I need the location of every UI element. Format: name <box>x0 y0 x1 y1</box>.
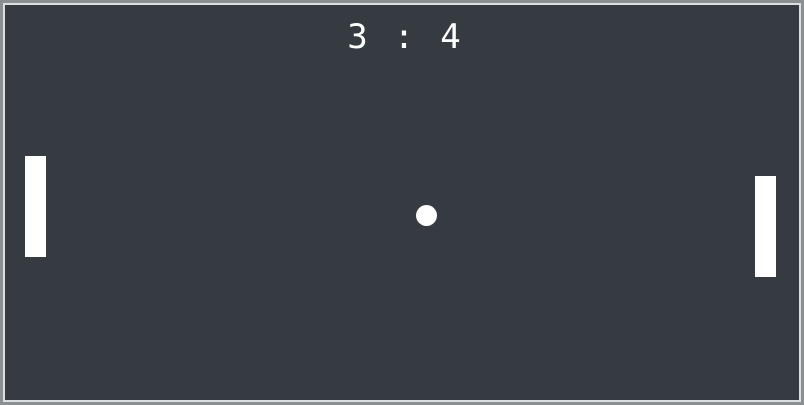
left-paddle[interactable] <box>25 156 46 257</box>
score-separator: : <box>393 17 415 57</box>
ball <box>416 205 437 226</box>
pong-court[interactable]: 3:4 <box>3 3 801 402</box>
left-score: 3 <box>347 17 368 57</box>
game-window: 3:4 <box>0 0 804 405</box>
scoreboard: 3:4 <box>5 17 803 57</box>
right-paddle[interactable] <box>755 176 776 277</box>
right-score: 4 <box>440 17 461 57</box>
